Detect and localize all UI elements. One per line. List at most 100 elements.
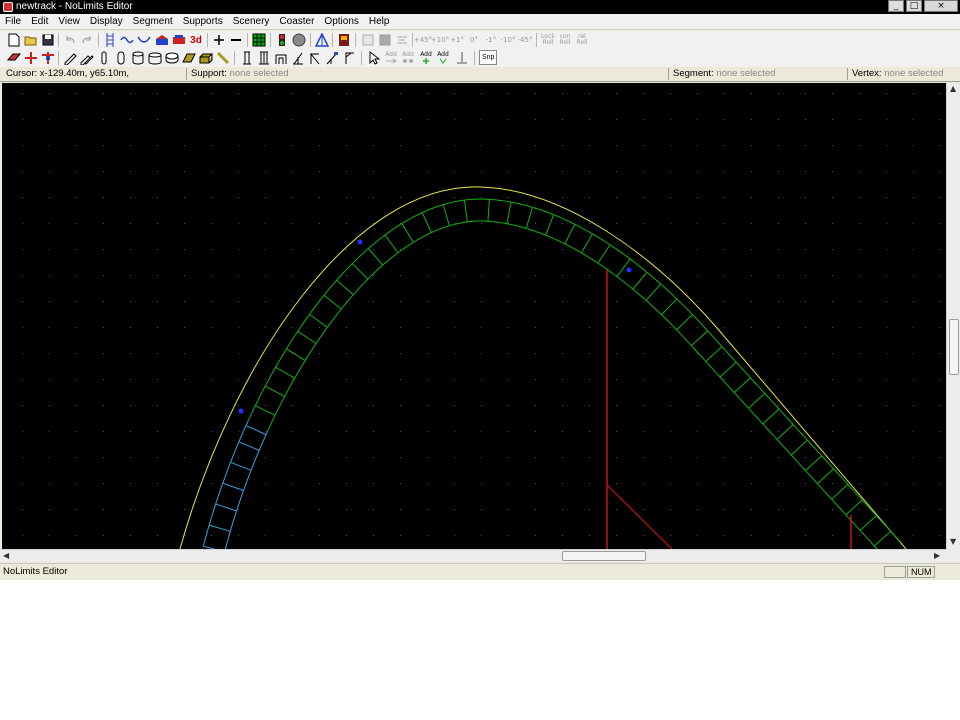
- menu-edit[interactable]: Edit: [26, 14, 53, 30]
- tube-wide-icon[interactable]: [113, 50, 129, 66]
- menu-supports[interactable]: Supports: [178, 14, 228, 30]
- station-icon[interactable]: [154, 32, 170, 48]
- beam-icon[interactable]: [215, 50, 231, 66]
- add-node-button[interactable]: Add: [400, 50, 416, 66]
- block-brake-icon[interactable]: [291, 32, 307, 48]
- wave-track-icon[interactable]: [119, 32, 135, 48]
- close-button[interactable]: ×: [924, 0, 958, 12]
- double-pencil-icon[interactable]: [79, 50, 95, 66]
- grid-dot: [589, 535, 590, 536]
- cylinder-icon[interactable]: [130, 50, 146, 66]
- cantilever-icon[interactable]: [341, 50, 357, 66]
- menu-file[interactable]: File: [0, 14, 26, 30]
- maximize-button[interactable]: □: [906, 0, 922, 12]
- traffic-light-icon[interactable]: [274, 32, 290, 48]
- menu-coaster[interactable]: Coaster: [274, 14, 319, 30]
- lift-chain-icon[interactable]: [336, 32, 352, 48]
- track-view[interactable]: [2, 83, 946, 549]
- diagonal-support-icon[interactable]: [324, 50, 340, 66]
- catwalk-icon[interactable]: [181, 50, 197, 66]
- selected-track-rail[interactable]: [224, 430, 269, 549]
- menu-scenery[interactable]: Scenery: [228, 14, 275, 30]
- block-icon[interactable]: [198, 50, 214, 66]
- double-pillar-icon[interactable]: [256, 50, 272, 66]
- track-rail[interactable]: [247, 198, 901, 542]
- arch-support-icon[interactable]: [273, 50, 289, 66]
- roll-plus1-button[interactable]: +1°: [449, 32, 465, 48]
- vertical-scroll-thumb[interactable]: [949, 319, 959, 375]
- grid-dot: [373, 509, 374, 510]
- angled-support-icon[interactable]: [290, 50, 306, 66]
- grid-view-icon[interactable]: [251, 32, 267, 48]
- menu-options[interactable]: Options: [319, 14, 363, 30]
- vertices[interactable]: [238, 239, 632, 414]
- menu-display[interactable]: Display: [85, 14, 128, 30]
- tube-icon[interactable]: [96, 50, 112, 66]
- roll-minus10-button[interactable]: -10°: [500, 32, 516, 48]
- disabled-view-icon-2[interactable]: [377, 32, 393, 48]
- scroll-down-arrow[interactable]: ▼: [950, 536, 956, 547]
- roll-plus45-button[interactable]: +45°: [414, 32, 432, 48]
- pillar-icon[interactable]: [239, 50, 255, 66]
- minimize-button[interactable]: _: [888, 0, 904, 12]
- lock-roll-button[interactable]: Lock Roll: [540, 32, 556, 48]
- support-brace-1[interactable]: [606, 484, 673, 549]
- menu-view[interactable]: View: [53, 14, 85, 30]
- undo-icon[interactable]: [62, 32, 78, 48]
- roll-minus1-button[interactable]: -1°: [483, 32, 499, 48]
- remove-vertex-icon[interactable]: [228, 32, 244, 48]
- menu-help[interactable]: Help: [364, 14, 395, 30]
- scroll-right-arrow[interactable]: ▶: [934, 550, 940, 561]
- support-tower-icon[interactable]: [314, 32, 330, 48]
- add-footer-button[interactable]: Add: [435, 50, 451, 66]
- footer-icon[interactable]: [164, 50, 180, 66]
- scroll-up-arrow[interactable]: ▲: [950, 83, 956, 94]
- roll-plus10-button[interactable]: +10°: [431, 32, 449, 48]
- grid-dot: [211, 145, 212, 146]
- ground-anchor-icon[interactable]: [454, 50, 470, 66]
- vertex-node[interactable]: [626, 267, 632, 273]
- track-rails[interactable]: [202, 198, 901, 549]
- eraser-icon[interactable]: [6, 50, 22, 66]
- pencil-icon[interactable]: [62, 50, 78, 66]
- track-segment-icon[interactable]: [102, 32, 118, 48]
- editor-canvas[interactable]: [2, 83, 946, 549]
- save-disk-icon[interactable]: [40, 32, 56, 48]
- vertex-node[interactable]: [238, 408, 244, 414]
- add-free-node-button[interactable]: Add: [418, 50, 434, 66]
- new-file-icon[interactable]: [6, 32, 22, 48]
- vertex-node[interactable]: [357, 239, 363, 245]
- 3d-view-button[interactable]: 3d: [188, 32, 204, 48]
- title-bar: newtrack - NoLimits Editor _ □ ×: [0, 0, 960, 14]
- open-folder-icon[interactable]: [23, 32, 39, 48]
- redo-icon[interactable]: [79, 32, 95, 48]
- grid-dot: [481, 93, 482, 94]
- add-connector-button[interactable]: Add: [383, 50, 399, 66]
- roll-zero-button[interactable]: 0°: [466, 32, 482, 48]
- grid-dot: [76, 405, 77, 406]
- scroll-left-arrow[interactable]: ◀: [3, 550, 9, 561]
- train-icon[interactable]: [171, 32, 187, 48]
- add-vertex-icon[interactable]: [211, 32, 227, 48]
- horizontal-scroll-thumb[interactable]: [562, 551, 646, 561]
- track-rail[interactable]: [267, 220, 884, 549]
- grid-dot: [859, 431, 860, 432]
- disabled-view-icon-1[interactable]: [360, 32, 376, 48]
- lean-support-icon[interactable]: [307, 50, 323, 66]
- supports[interactable]: [606, 270, 852, 549]
- disabled-align-icon[interactable]: [394, 32, 410, 48]
- rel-roll-button[interactable]: rel Roll: [574, 32, 590, 48]
- grid-dot: [886, 145, 887, 146]
- cylinder-wide-icon[interactable]: [147, 50, 163, 66]
- snap-toggle[interactable]: Snp: [479, 50, 498, 65]
- pointer-icon[interactable]: [366, 50, 382, 66]
- valley-track-icon[interactable]: [136, 32, 152, 48]
- menu-segment[interactable]: Segment: [128, 14, 178, 30]
- grid-dot: [130, 327, 131, 328]
- roll-minus45-button[interactable]: -45°: [517, 32, 533, 48]
- horizontal-scrollbar[interactable]: ◀ ▶: [0, 549, 946, 562]
- con-roll-button[interactable]: con Roll: [557, 32, 573, 48]
- cross-support-icon[interactable]: [23, 50, 39, 66]
- vertical-scrollbar[interactable]: ▲ ▼: [946, 83, 960, 549]
- connector-icon[interactable]: [40, 50, 56, 66]
